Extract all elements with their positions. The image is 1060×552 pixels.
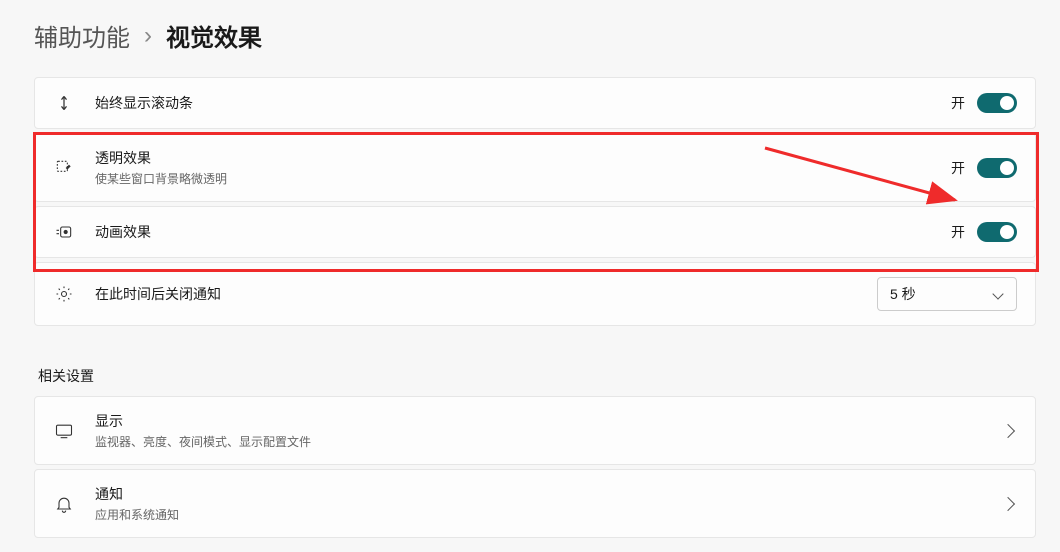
breadcrumb-parent[interactable]: 辅助功能	[34, 18, 130, 53]
toggle-state-label: 开	[951, 93, 965, 113]
toggle-state-label: 开	[951, 222, 965, 242]
related-row-display[interactable]: 显示 监视器、亮度、夜间模式、显示配置文件	[34, 396, 1036, 465]
bell-icon	[53, 493, 75, 515]
select-value: 5 秒	[890, 284, 916, 304]
setting-row-scrollbar: 始终显示滚动条 开	[34, 77, 1036, 129]
setting-subtitle: 使某些窗口背景略微透明	[95, 170, 951, 187]
breadcrumb: 辅助功能 › 视觉效果	[34, 0, 1036, 77]
related-settings-heading: 相关设置	[38, 366, 1036, 386]
transparency-icon	[53, 157, 75, 179]
animation-icon	[53, 221, 75, 243]
chevron-down-icon	[992, 288, 1003, 299]
related-title: 显示	[95, 411, 1003, 431]
setting-title: 始终显示滚动条	[95, 93, 951, 113]
chevron-right-icon	[1001, 496, 1015, 510]
animation-toggle[interactable]	[977, 222, 1017, 242]
setting-row-animation: 动画效果 开	[34, 206, 1036, 258]
scrollbar-toggle[interactable]	[977, 93, 1017, 113]
dismiss-duration-select[interactable]: 5 秒	[877, 277, 1017, 311]
scrollbar-icon	[53, 92, 75, 114]
related-title: 通知	[95, 484, 1003, 504]
related-subtitle: 监视器、亮度、夜间模式、显示配置文件	[95, 433, 1003, 450]
related-subtitle: 应用和系统通知	[95, 506, 1003, 523]
chevron-right-icon	[1001, 423, 1015, 437]
related-row-notifications[interactable]: 通知 应用和系统通知	[34, 469, 1036, 538]
setting-title: 动画效果	[95, 222, 951, 242]
transparency-toggle[interactable]	[977, 158, 1017, 178]
breadcrumb-current: 视觉效果	[166, 18, 262, 53]
toggle-state-label: 开	[951, 158, 965, 178]
brightness-icon	[53, 283, 75, 305]
monitor-icon	[53, 420, 75, 442]
setting-row-transparency: 透明效果 使某些窗口背景略微透明 开	[34, 133, 1036, 202]
setting-title: 透明效果	[95, 148, 951, 168]
breadcrumb-separator: ›	[144, 22, 152, 50]
setting-row-dismiss-notification: 在此时间后关闭通知 5 秒	[34, 262, 1036, 326]
setting-title: 在此时间后关闭通知	[95, 284, 877, 304]
